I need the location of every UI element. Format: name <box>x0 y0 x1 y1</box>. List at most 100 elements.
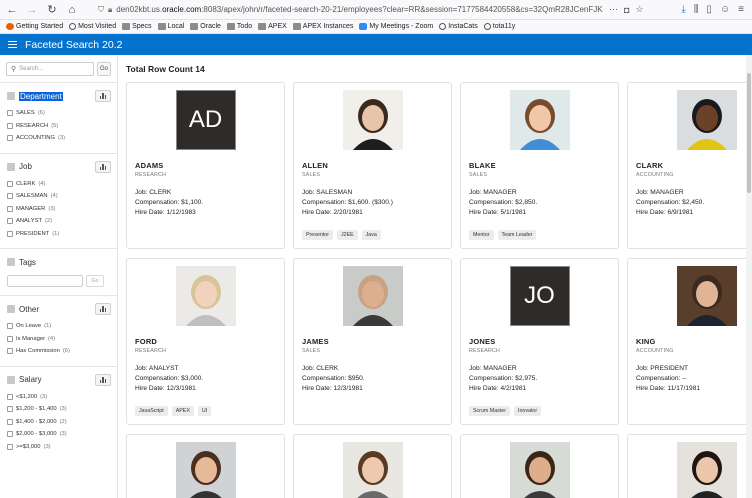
chart-icon[interactable] <box>95 303 111 315</box>
reload-icon[interactable]: ↻ <box>44 2 60 18</box>
app-header: Faceted Search 20.2 <box>0 34 752 55</box>
page-actions-icon[interactable]: ⋯ <box>609 4 618 15</box>
employee-name: CLARK <box>636 161 664 170</box>
checkbox[interactable] <box>7 122 13 129</box>
bookmark-star-icon[interactable]: ☆ <box>635 4 643 15</box>
forward-icon[interactable]: → <box>24 2 40 18</box>
bookmark-specs[interactable]: Specs <box>122 23 152 30</box>
app-title[interactable]: Faceted Search 20.2 <box>25 39 122 51</box>
employee-department: RESEARCH <box>469 348 501 354</box>
bookmark-apex-instances[interactable]: APEX Instances <box>292 23 353 30</box>
employee-card[interactable] <box>293 434 452 498</box>
avatar-photo <box>676 90 737 150</box>
facet-department-toggle[interactable]: Department <box>7 91 63 101</box>
hamburger-menu-icon[interactable] <box>8 41 17 48</box>
bookmark-zoom[interactable]: My Meetings - Zoom <box>359 23 433 30</box>
employee-job: Job: CLERK <box>302 365 339 372</box>
chart-icon[interactable] <box>95 373 111 386</box>
facet-option[interactable]: SALESMAN (4) <box>7 190 111 203</box>
sidebar-toggle-icon[interactable]: ▯ <box>706 4 712 15</box>
tags-input[interactable] <box>7 275 83 287</box>
facet-option[interactable]: $2,000 - $3,000 (3) <box>7 428 111 441</box>
chart-icon[interactable] <box>95 160 111 173</box>
checkbox[interactable] <box>7 418 13 425</box>
avatar-initials: AD <box>175 90 236 150</box>
checkbox[interactable] <box>7 323 13 330</box>
facet-other-toggle[interactable]: Other <box>7 305 39 314</box>
facet-option[interactable]: SALES (6) <box>7 107 111 120</box>
employee-details: Job: MANAGER Compensation: $2,450. Hire Da… <box>636 188 752 218</box>
checkbox[interactable] <box>7 110 13 117</box>
checkbox[interactable] <box>7 431 13 438</box>
facet-option[interactable]: PRESIDENT (1) <box>7 228 111 241</box>
checkbox[interactable] <box>7 205 13 212</box>
employee-details: Job: ANALYST Compensation: $3,000. Hire Da… <box>135 364 276 394</box>
search-go-button[interactable]: Go <box>97 62 111 76</box>
facet-job-toggle[interactable]: Job <box>7 162 32 171</box>
checkbox[interactable] <box>7 406 13 413</box>
search-input[interactable]: ⚲ Search... <box>6 62 94 76</box>
facet-option[interactable]: ANALYST (2) <box>7 215 111 228</box>
facet-option[interactable]: $1,400 - $2,000 (2) <box>7 416 111 429</box>
back-icon[interactable]: ← <box>4 2 20 18</box>
facet-option[interactable]: $1,200 - $1,400 (3) <box>7 403 111 416</box>
checkbox[interactable] <box>7 193 13 200</box>
bookmark-local[interactable]: Local <box>157 23 184 30</box>
avatar-photo <box>175 442 236 498</box>
library-icon[interactable]: ⫼ <box>694 4 699 15</box>
facet-option[interactable]: ACCOUNTING (3) <box>7 132 111 145</box>
facet-option[interactable]: RESEARCH (5) <box>7 120 111 133</box>
home-icon[interactable]: ⌂ <box>64 2 80 18</box>
folder-icon <box>157 23 166 30</box>
checkbox[interactable] <box>7 443 13 450</box>
employee-card[interactable] <box>627 434 752 498</box>
facet-tags-toggle[interactable]: Tags <box>7 258 36 267</box>
menu-icon[interactable]: ≡ <box>738 4 744 15</box>
bookmark-oracle[interactable]: Oracle <box>190 23 221 30</box>
bookmark-most-visited[interactable]: Most Visited <box>69 23 116 30</box>
url-bar[interactable]: ⛉ 🔒︎ den02kbt.us. oracle.com:8083/apex/jo… <box>98 2 603 17</box>
facet-option[interactable]: >=$3,000 (3) <box>7 441 111 454</box>
employee-card[interactable]: JAMES SALES Job: CLERK Compensation: $950. H… <box>293 258 452 425</box>
facet-option[interactable]: On Leave (1) <box>7 320 111 333</box>
pocket-icon[interactable]: ◘ <box>624 5 629 15</box>
chart-icon[interactable] <box>95 90 111 102</box>
employee-card[interactable]: JO JONES RESEARCH Job: MANAGER Compensation:… <box>460 258 619 425</box>
employee-card[interactable]: AD ADAMS RESEARCH Job: CLERK Compensation: $… <box>126 82 285 249</box>
facet-option[interactable]: <$1,200 (3) <box>7 391 111 404</box>
search-placeholder: Search... <box>19 66 44 72</box>
employee-card[interactable]: ALLEN SALES Job: SALESMAN Compensation: $1,… <box>293 82 452 249</box>
bookmark-instacats[interactable]: InstaCats <box>439 23 478 30</box>
facet-option[interactable]: CLERK (4) <box>7 178 111 191</box>
facet-salary-toggle[interactable]: Salary <box>7 375 42 384</box>
facet-option[interactable]: MANAGER (3) <box>7 203 111 216</box>
employee-hire: Hire Date: 11/17/1981 <box>636 385 701 392</box>
bookmark-getting-started[interactable]: Getting Started <box>6 23 63 30</box>
checkbox[interactable] <box>7 180 13 187</box>
employee-card[interactable] <box>126 434 285 498</box>
bookmark-apex[interactable]: APEX <box>258 23 287 30</box>
total-row-count: Total Row Count 14 <box>126 64 205 74</box>
employee-card[interactable]: FORD RESEARCH Job: ANALYST Compensation: $3… <box>126 258 285 425</box>
download-icon[interactable]: ⤓ <box>681 4 685 15</box>
employee-job: Job: ANALYST <box>135 365 179 372</box>
facet-option[interactable]: Has Commission (6) <box>7 345 111 358</box>
checkbox[interactable] <box>7 135 13 142</box>
checkbox[interactable] <box>7 218 13 225</box>
tags-go-button[interactable]: Go <box>86 275 104 287</box>
employee-card[interactable] <box>460 434 619 498</box>
employee-card[interactable]: BLAKE SALES Job: MANAGER Compensation: $2,8… <box>460 82 619 249</box>
checkbox[interactable] <box>7 335 13 342</box>
checkbox[interactable] <box>7 393 13 400</box>
checkbox[interactable] <box>7 230 13 237</box>
account-icon[interactable]: ☺ <box>720 4 730 15</box>
employee-card[interactable]: KING ACCOUNTING Job: PRESIDENT Compensation… <box>627 258 752 425</box>
scrollbar-thumb[interactable] <box>747 73 751 193</box>
bookmark-todo[interactable]: Todo <box>226 23 252 30</box>
scrollbar[interactable] <box>746 55 752 498</box>
checkbox[interactable] <box>7 348 13 355</box>
bookmark-tota11y[interactable]: tota11y <box>483 23 515 30</box>
globe-icon <box>483 23 491 30</box>
facet-option[interactable]: Is Manager (4) <box>7 333 111 346</box>
employee-card[interactable]: CLARK ACCOUNTING Job: MANAGER Compensation:… <box>627 82 752 249</box>
